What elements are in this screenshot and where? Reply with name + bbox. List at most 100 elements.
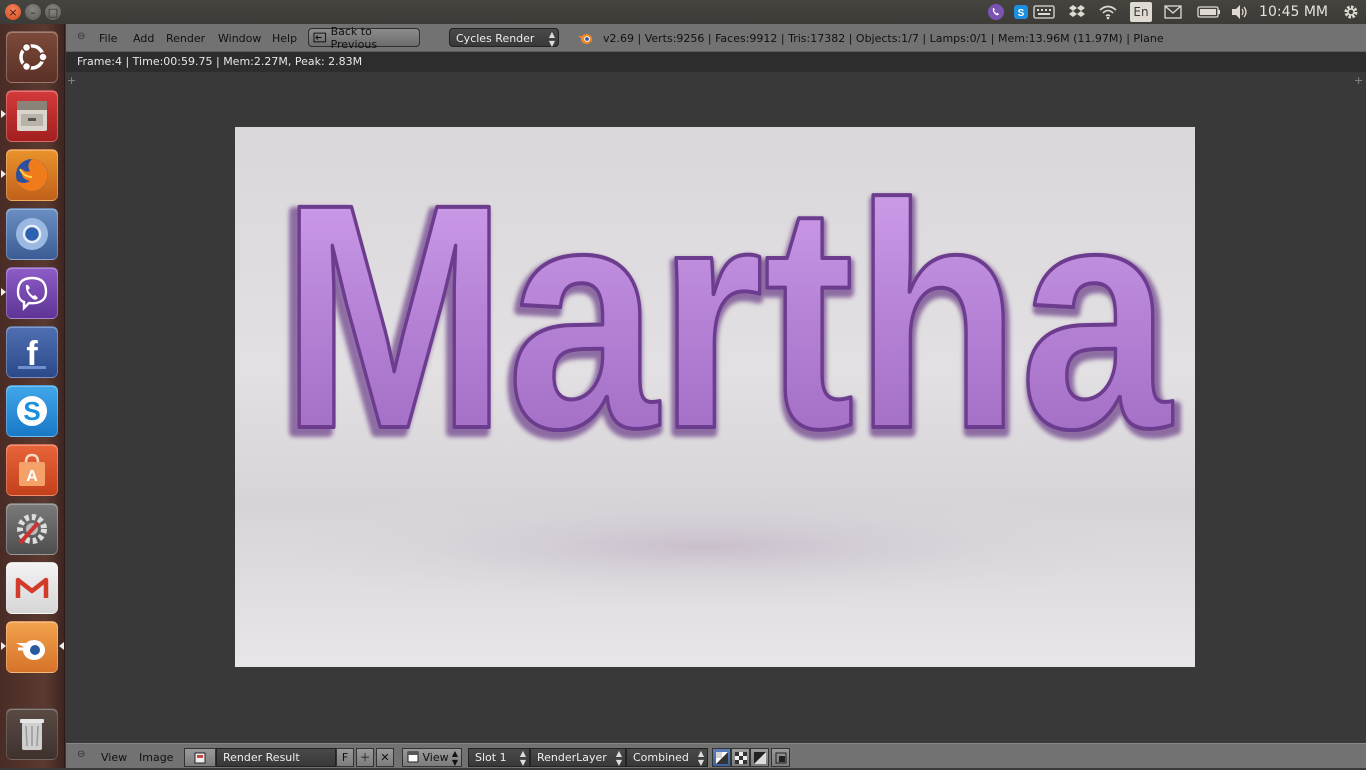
gear-icon[interactable] — [1340, 2, 1362, 22]
menu-render[interactable]: Render — [166, 32, 205, 45]
facebook-icon: f — [18, 335, 46, 372]
editor-type-icon[interactable]: ⊖ — [77, 749, 85, 760]
area-split-icon[interactable]: + — [1354, 74, 1363, 87]
render-layer-value: RenderLayer — [537, 751, 607, 764]
system-settings-launcher[interactable] — [6, 503, 58, 555]
gmail-icon — [15, 577, 49, 598]
launcher: f S A — [0, 24, 65, 768]
checker-icon — [734, 752, 747, 764]
render-engine-select[interactable]: Cycles Render ▲ ▼ — [449, 28, 559, 48]
select-arrows-icon: ▲ ▼ — [697, 749, 704, 767]
plus-icon: ＋ — [359, 751, 371, 764]
menu-view[interactable]: View — [101, 751, 127, 764]
skype-launcher[interactable]: S — [6, 385, 58, 437]
select-arrows-icon: ▲ ▼ — [548, 30, 555, 48]
firefox-launcher[interactable] — [6, 149, 58, 201]
draw-alpha-toggle[interactable] — [731, 748, 750, 767]
floor-shadow — [235, 487, 1175, 607]
view-mode-icon — [407, 751, 419, 763]
render-engine-value: Cycles Render — [456, 32, 535, 45]
draw-image-alpha-toggle[interactable] — [712, 748, 731, 767]
viber-icon[interactable] — [985, 2, 1007, 22]
firefox-icon — [16, 159, 48, 191]
clock[interactable]: 10:45 MM — [1259, 4, 1328, 20]
skype-icon: S — [17, 396, 47, 426]
color-alpha-icon — [715, 752, 728, 764]
viber-launcher[interactable] — [6, 267, 58, 319]
select-arrows-icon: ▲ ▼ — [519, 749, 526, 767]
close-icon: ✕ — [380, 751, 390, 764]
blender-icon — [16, 640, 45, 660]
slot-select[interactable]: Slot 1 ▲ ▼ — [468, 748, 530, 767]
keyboard-icon[interactable] — [1032, 2, 1056, 22]
window-maximize-button[interactable]: □ — [45, 4, 61, 20]
blender-launcher[interactable] — [6, 621, 58, 673]
ubuntu-logo-icon — [19, 42, 48, 72]
chromium-launcher[interactable] — [6, 208, 58, 260]
facebook-launcher[interactable]: f — [6, 326, 58, 378]
window-icon — [775, 752, 786, 764]
battery-icon[interactable] — [1196, 2, 1222, 22]
wifi-icon[interactable] — [1097, 2, 1119, 22]
menu-add[interactable]: Add — [133, 32, 154, 45]
fake-user-button[interactable]: F — [336, 748, 354, 767]
gmail-launcher[interactable] — [6, 562, 58, 614]
render-text: Martha — [281, 137, 1173, 495]
back-to-previous-label: Back to Previous — [330, 24, 378, 51]
image-name-value: Render Result — [223, 751, 300, 764]
back-arrow-icon — [313, 32, 327, 43]
ubuntu-dash-button[interactable] — [6, 31, 58, 83]
render-pass-select[interactable]: Combined ▲ ▼ — [626, 748, 708, 767]
window-minimize-button[interactable]: – — [25, 4, 41, 20]
editor-type-icon[interactable]: ⊖ — [77, 31, 85, 42]
skype-icon[interactable]: S — [1011, 2, 1031, 22]
blender-logo-icon — [578, 34, 592, 44]
volume-icon[interactable] — [1229, 2, 1251, 22]
top-panel: × – □ S En 10:45 MM — [0, 0, 1366, 24]
menu-file[interactable]: File — [99, 32, 117, 45]
zbuffer-icon — [753, 752, 766, 764]
keyboard-layout-indicator[interactable]: En — [1130, 2, 1152, 22]
view-mode-value: View — [422, 751, 449, 764]
viber-icon — [16, 276, 48, 311]
image-browse-button[interactable] — [184, 748, 216, 767]
svg-text:S: S — [23, 396, 40, 426]
view-mode-select[interactable]: View ▲ ▼ — [402, 748, 462, 767]
select-arrows-icon: ▲ ▼ — [615, 749, 622, 767]
trash-icon — [20, 719, 44, 750]
render-layer-select[interactable]: RenderLayer ▲ ▼ — [530, 748, 626, 767]
files-launcher[interactable] — [6, 90, 58, 142]
scene-statistics: v2.69 | Verts:9256 | Faces:9912 | Tris:1… — [603, 32, 1164, 45]
image-editor[interactable]: Frame:4 | Time:00:59.75 | Mem:2.27M, Pea… — [66, 52, 1366, 743]
dropbox-icon[interactable] — [1066, 2, 1088, 22]
menu-image[interactable]: Image — [139, 751, 173, 764]
scopes-toggle[interactable] — [771, 748, 790, 767]
software-center-launcher[interactable]: A — [6, 444, 58, 496]
unlink-image-button[interactable]: ✕ — [376, 748, 394, 767]
image-icon — [194, 752, 206, 764]
draw-zbuffer-toggle[interactable] — [750, 748, 769, 767]
menu-help[interactable]: Help — [272, 32, 297, 45]
trash-launcher[interactable] — [6, 708, 58, 760]
render-pass-value: Combined — [633, 751, 689, 764]
blender-info-header: ⊖ File Add Render Window Help Back to Pr… — [66, 24, 1366, 52]
mail-icon[interactable] — [1162, 2, 1184, 22]
area-split-icon[interactable]: + — [67, 74, 76, 87]
select-arrows-icon: ▲ ▼ — [451, 749, 458, 767]
file-cabinet-icon — [17, 101, 47, 131]
shopping-bag-icon: A — [19, 453, 45, 486]
render-result-image: Martha Martha — [235, 127, 1195, 667]
image-editor-header: ⊖ View Image Render Result F ＋ ✕ View ▲ ▼… — [66, 743, 1366, 768]
svg-text:A: A — [26, 468, 38, 485]
window-close-button[interactable]: × — [5, 4, 21, 20]
image-name-field[interactable]: Render Result — [216, 748, 336, 767]
render-info: Frame:4 | Time:00:59.75 | Mem:2.27M, Pea… — [66, 52, 1366, 72]
back-to-previous-button[interactable]: Back to Previous — [308, 25, 420, 51]
render-canvas: Martha Martha — [235, 135, 1182, 607]
svg-text:S: S — [1018, 8, 1025, 19]
new-image-button[interactable]: ＋ — [356, 748, 374, 767]
slot-value: Slot 1 — [475, 751, 507, 764]
settings-wrench-icon — [17, 514, 47, 545]
menu-window[interactable]: Window — [218, 32, 261, 45]
focused-indicator — [59, 642, 64, 650]
